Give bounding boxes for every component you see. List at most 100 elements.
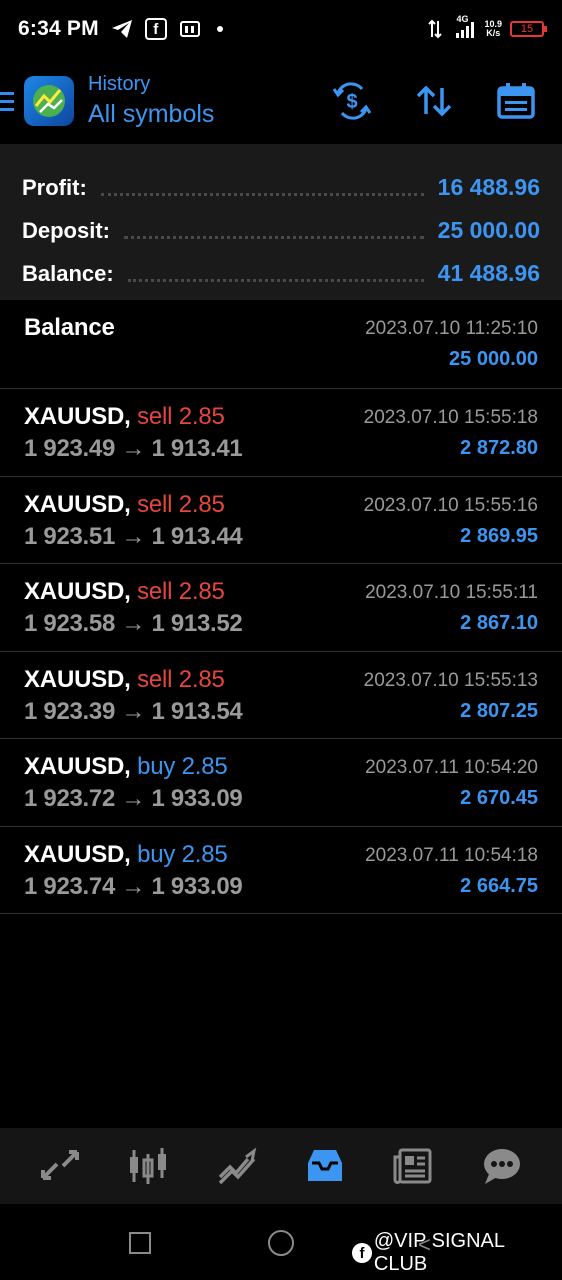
watermark-text: @VIP SIGNAL CLUB [373,1230,505,1275]
balance-entry[interactable]: Balance 2023.07.10 11:25:10 25 000.00 [0,300,562,389]
currency-exchange-icon: $ [332,82,372,120]
trade-row[interactable]: XAUUSD, buy 2.85 1 923.72 → 1 933.09 202… [0,739,562,827]
trade-action: sell 2.85 [137,403,225,430]
signal-icon: 4G [454,14,476,40]
trade-time: 2023.07.11 10:54:18 [365,844,538,866]
network-type: 4G [456,14,469,24]
trade-symbol: XAUUSD, [24,490,131,518]
trade-symbol: XAUUSD, [24,840,131,868]
dotted-leader [100,188,424,196]
history-list: Balance 2023.07.10 11:25:10 25 000.00 XA… [0,300,562,914]
trade-time: 2023.07.10 15:55:13 [363,669,538,691]
calendar-button[interactable] [490,75,542,127]
trade-profit: 2 807.25 [460,699,538,722]
trade-time: 2023.07.11 10:54:20 [365,757,538,778]
home-button[interactable] [268,1230,294,1256]
nav-news[interactable] [388,1141,438,1191]
nav-quotes[interactable] [35,1141,85,1191]
trade-profit: 2 869.95 [460,524,538,547]
recents-button[interactable] [129,1232,151,1254]
app-notification-icon [179,18,201,40]
trade-time: 2023.07.10 15:55:11 [365,582,538,603]
balance-entry-label: Balance [24,314,115,341]
trade-symbol: XAUUSD, [24,753,131,780]
trade-icon [218,1147,257,1185]
balance-entry-amount: 25 000.00 [449,348,538,370]
header-actions: $ [326,75,562,127]
app-header: History All symbols $ [0,58,562,144]
balance-entry-time: 2023.07.10 11:25:10 [365,318,538,339]
trade-profit: 2 664.75 [460,874,538,897]
trade-row[interactable]: XAUUSD, sell 2.85 1 923.49 → 1 913.41 20… [0,389,562,477]
battery-icon: 15 [510,21,547,37]
trade-symbol: XAUUSD, [24,665,131,693]
trade-profit: 2 867.10 [460,612,538,634]
status-bar: 6:34 PM f 4G 10.9 K/s 15 [0,0,562,58]
currency-exchange-button[interactable]: $ [326,75,378,127]
nav-chart[interactable] [123,1141,173,1191]
trade-prices: 1 923.58 → 1 913.52 [24,610,243,637]
svg-text:$: $ [346,91,357,113]
watermark: f @VIP SIGNAL CLUB [352,1230,562,1276]
history-icon [308,1150,343,1181]
deposit-value: 25 000.00 [437,217,540,243]
trade-action: buy 2.85 [137,840,228,868]
status-notification-icons: f [111,18,223,40]
trade-time: 2023.07.10 15:55:18 [363,407,538,428]
header-titles[interactable]: History All symbols [88,73,214,129]
metatrader-logo [24,76,74,126]
trade-row[interactable]: XAUUSD, sell 2.85 1 923.39 → 1 913.54 20… [0,652,562,739]
quotes-icon [41,1150,80,1180]
trade-prices: 1 923.39 → 1 913.54 [24,697,243,725]
trade-profit: 2 872.80 [460,437,538,459]
dotted-leader [127,274,424,282]
history-summary: Profit: 16 488.96 Deposit: 25 000.00 Bal… [0,144,562,300]
trade-profit: 2 670.45 [460,787,538,809]
symbol-filter-title[interactable]: All symbols [88,100,214,129]
trade-row[interactable]: XAUUSD, sell 2.85 1 923.51 → 1 913.44 20… [0,477,562,564]
speed-unit: K/s [486,28,501,38]
status-system-icons: 4G 10.9 K/s 15 [424,14,547,40]
sort-button[interactable] [408,75,460,127]
telegram-icon [111,18,133,40]
calendar-icon [497,83,535,119]
trade-time: 2023.07.10 15:55:16 [363,494,538,516]
network-speed: 10.9 K/s [484,20,502,38]
trade-prices: 1 923.49 → 1 913.41 [24,435,243,462]
trade-action: sell 2.85 [137,490,225,518]
trade-prices: 1 923.72 → 1 933.09 [24,785,243,812]
profit-value: 16 488.96 [437,174,540,200]
status-time: 6:34 PM [18,17,99,40]
balance-label: Balance: [22,260,114,286]
trade-row[interactable]: XAUUSD, buy 2.85 1 923.74 → 1 933.09 202… [0,827,562,914]
nav-chat[interactable] [477,1141,527,1191]
chart-icon [130,1148,167,1184]
deposit-label: Deposit: [22,217,110,243]
profit-row: Profit: 16 488.96 [22,166,540,209]
facebook-icon: f [144,18,167,40]
menu-icon[interactable] [0,91,14,111]
dotted-leader [124,231,424,239]
trade-symbol: XAUUSD, [24,578,131,605]
trade-prices: 1 923.51 → 1 913.44 [24,522,243,550]
trade-symbol: XAUUSD, [24,403,131,430]
trade-action: sell 2.85 [137,578,225,605]
deposit-row: Deposit: 25 000.00 [22,209,540,252]
trade-action: sell 2.85 [137,665,225,693]
nav-trade[interactable] [212,1141,262,1191]
bottom-navigation [0,1128,562,1204]
trade-row[interactable]: XAUUSD, sell 2.85 1 923.58 → 1 913.52 20… [0,564,562,652]
facebook-icon: f [352,1243,372,1263]
data-transfer-icon [424,18,446,40]
balance-row: Balance: 41 488.96 [22,252,540,295]
balance-value: 41 488.96 [437,260,540,286]
trade-action: buy 2.85 [137,753,228,780]
profit-label: Profit: [22,174,87,200]
header-subtitle: History [88,73,151,95]
chat-icon [483,1149,520,1184]
battery-level: 15 [520,23,534,35]
sort-icon [416,85,452,117]
news-icon [393,1148,432,1184]
nav-history[interactable] [300,1141,350,1191]
trade-prices: 1 923.74 → 1 933.09 [24,872,243,900]
